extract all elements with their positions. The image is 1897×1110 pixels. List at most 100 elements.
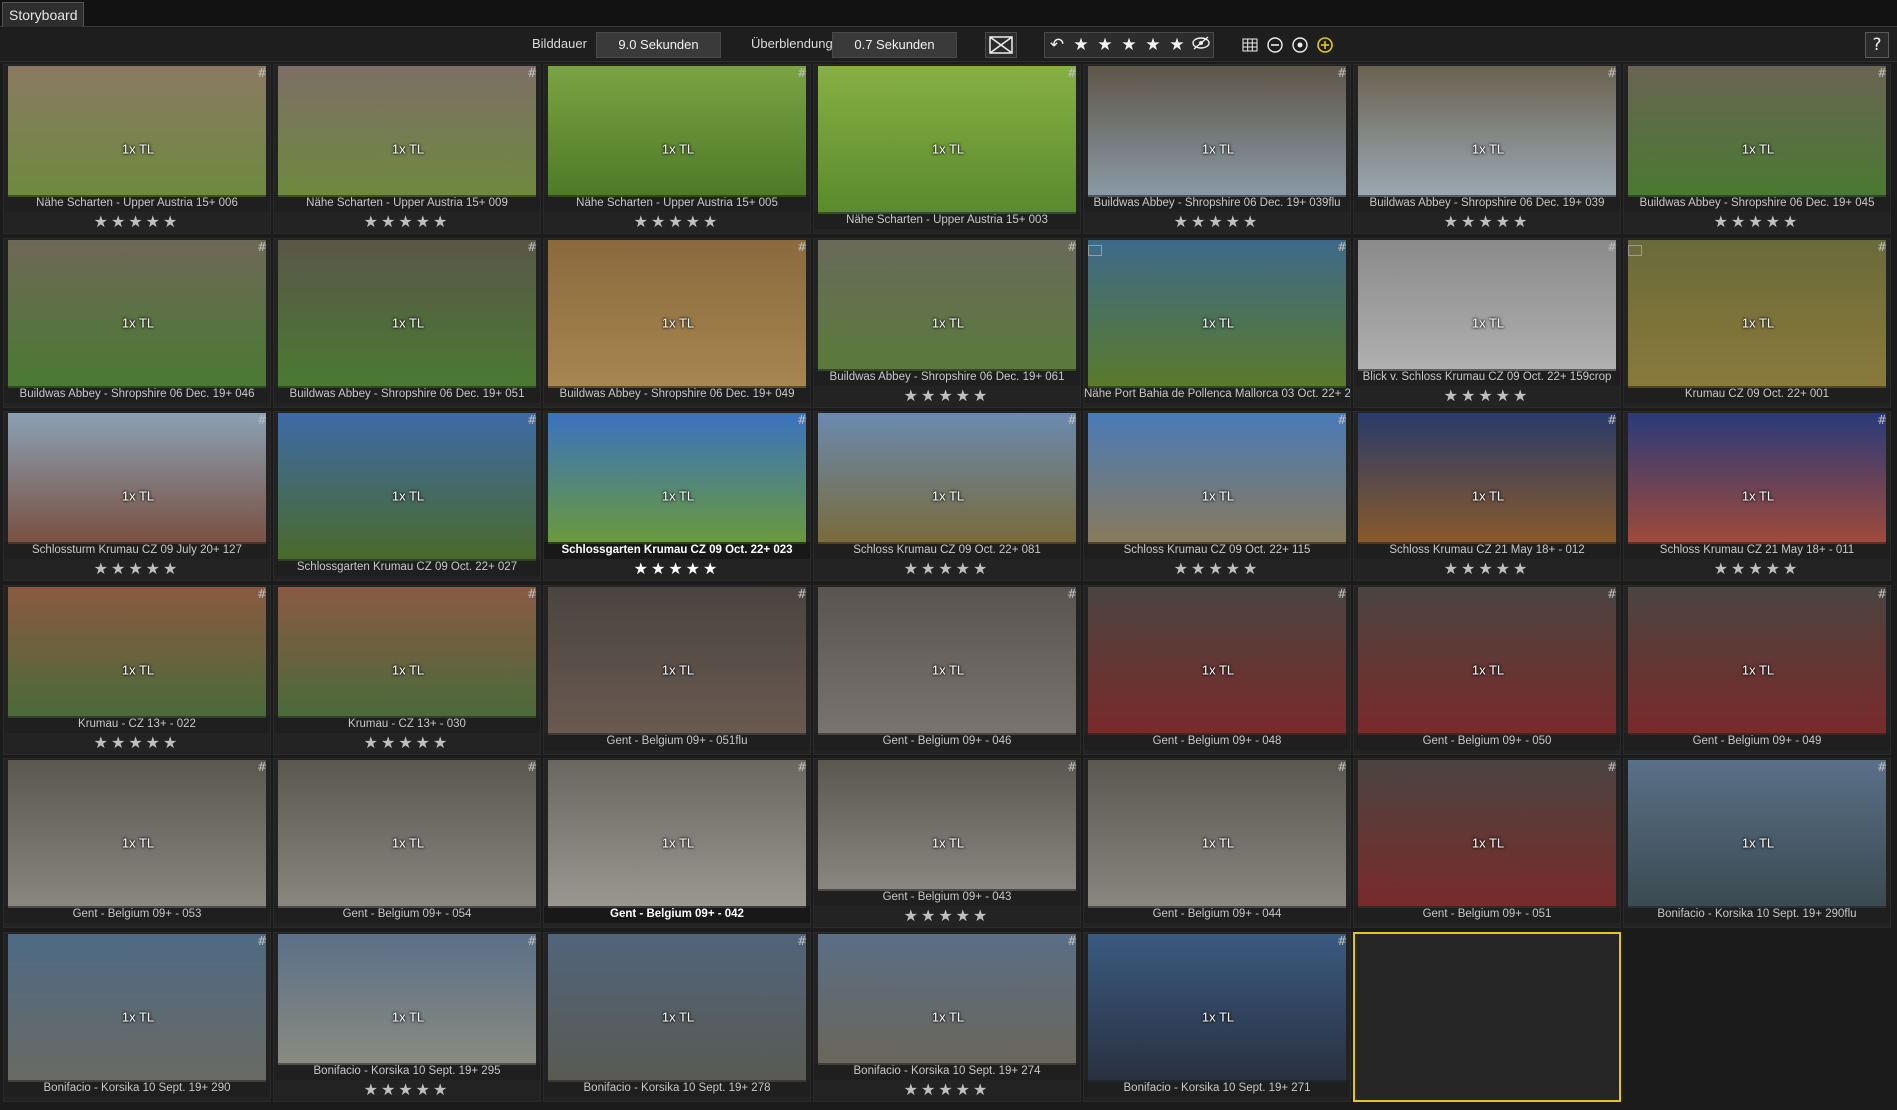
tile-menu-icon[interactable]: # bbox=[257, 66, 267, 80]
storyboard-tile[interactable]: #1x TL Bonifacio - Korsika 10 Sept. 19+ 2… bbox=[813, 931, 1081, 1102]
tile-menu-icon[interactable]: # bbox=[1607, 66, 1617, 80]
storyboard-tile[interactable]: #1x TL Schlossturm Krumau CZ 09 July 20+ … bbox=[3, 411, 271, 581]
tile-menu-icon[interactable]: # bbox=[1067, 413, 1077, 427]
storyboard-tile[interactable]: #1x TL Gent - Belgium 09+ - 054 bbox=[273, 758, 541, 928]
storyboard-tile[interactable]: #1x TL Buildwas Abbey - Shropshire 06 Dec… bbox=[1083, 64, 1351, 234]
star-4-icon[interactable]: ★ bbox=[1141, 33, 1165, 57]
tile-menu-icon[interactable]: # bbox=[1337, 587, 1347, 601]
storyboard-tile[interactable]: #1x TL Buildwas Abbey - Shropshire 06 Dec… bbox=[543, 237, 811, 408]
storyboard-tile[interactable]: #1x TL Schloss Krumau CZ 09 Oct. 22+ 115 ★… bbox=[1083, 411, 1351, 581]
storyboard-tile[interactable]: #1x TL Nähe Scharten - Upper Austria 15+ … bbox=[273, 64, 541, 234]
tile-menu-icon[interactable]: # bbox=[1067, 760, 1077, 774]
storyboard-tile[interactable]: #1x TL Gent - Belgium 09+ - 053 bbox=[3, 758, 271, 928]
tile-menu-icon[interactable]: # bbox=[1877, 760, 1887, 774]
storyboard-tile[interactable]: #1x TL Schlossgarten Krumau CZ 09 Oct. 22… bbox=[543, 411, 811, 581]
tile-rating-stars[interactable]: ★★★★★ bbox=[814, 1080, 1080, 1099]
storyboard-tile[interactable]: #1x TL Gent - Belgium 09+ - 051 bbox=[1353, 758, 1621, 928]
tile-menu-icon[interactable]: # bbox=[1337, 934, 1347, 948]
tile-rating-stars[interactable]: ★★★★★ bbox=[274, 1080, 540, 1099]
tile-menu-icon[interactable]: # bbox=[1877, 587, 1887, 601]
storyboard-tile[interactable]: #1x TL Nähe Scharten - Upper Austria 15+ … bbox=[543, 64, 811, 234]
empty-slot-selected[interactable] bbox=[1353, 931, 1621, 1102]
tile-menu-icon[interactable]: # bbox=[797, 413, 807, 427]
tile-rating-stars[interactable]: ★★★★★ bbox=[814, 386, 1080, 405]
tile-menu-icon[interactable]: # bbox=[1337, 413, 1347, 427]
tile-rating-stars[interactable]: ★★★★★ bbox=[4, 560, 270, 578]
duration-field[interactable]: 9.0 Sekunden bbox=[596, 32, 721, 58]
tile-menu-icon[interactable]: # bbox=[527, 413, 537, 427]
tile-menu-icon[interactable]: # bbox=[1337, 760, 1347, 774]
tile-menu-icon[interactable]: # bbox=[1067, 66, 1077, 80]
tile-menu-icon[interactable]: # bbox=[797, 760, 807, 774]
tile-rating-stars[interactable]: ★★★★★ bbox=[1084, 560, 1350, 578]
storyboard-tile[interactable]: #1x TL Krumau - CZ 13+ - 022 ★★★★★ bbox=[3, 584, 271, 755]
tile-menu-icon[interactable]: # bbox=[1607, 587, 1617, 601]
help-button[interactable]: ? bbox=[1865, 32, 1889, 58]
storyboard-tile[interactable]: #1x TL Buildwas Abbey - Shropshire 06 Dec… bbox=[813, 237, 1081, 408]
tile-rating-stars[interactable]: ★★★★★ bbox=[1354, 560, 1620, 578]
storyboard-tile[interactable]: #1x TL Blick v. Schloss Krumau CZ 09 Oct.… bbox=[1353, 237, 1621, 408]
storyboard-tile[interactable]: #1x TL Gent - Belgium 09+ - 042 bbox=[543, 758, 811, 928]
storyboard-tile[interactable]: #1x TL Bonifacio - Korsika 10 Sept. 19+ 2… bbox=[1623, 758, 1891, 928]
tile-menu-icon[interactable]: # bbox=[1877, 240, 1887, 254]
tile-menu-icon[interactable]: # bbox=[797, 66, 807, 80]
tile-rating-stars[interactable]: ★★★★★ bbox=[4, 213, 270, 231]
tile-rating-stars[interactable]: ★★★★★ bbox=[4, 733, 270, 752]
storyboard-tile[interactable]: #1x TL Buildwas Abbey - Shropshire 06 Dec… bbox=[1623, 64, 1891, 234]
storyboard-tile[interactable]: #1x TL Bonifacio - Korsika 10 Sept. 19+ 2… bbox=[273, 931, 541, 1102]
zoom-reset-icon[interactable] bbox=[1289, 34, 1311, 56]
tile-menu-icon[interactable]: # bbox=[797, 934, 807, 948]
tile-menu-icon[interactable]: # bbox=[1067, 934, 1077, 948]
tile-rating-stars[interactable]: ★★★★★ bbox=[1084, 213, 1350, 231]
tile-menu-icon[interactable]: # bbox=[797, 240, 807, 254]
storyboard-tile[interactable]: #1x TL Nähe Scharten - Upper Austria 15+ … bbox=[813, 64, 1081, 234]
storyboard-tile[interactable]: #1x TL Bonifacio - Korsika 10 Sept. 19+ 2… bbox=[3, 931, 271, 1102]
storyboard-tile[interactable]: #1x TL Bonifacio - Korsika 10 Sept. 19+ 2… bbox=[1083, 931, 1351, 1102]
star-3-icon[interactable]: ★ bbox=[1117, 33, 1141, 57]
tile-rating-stars[interactable]: ★★★★★ bbox=[274, 733, 540, 752]
storyboard-tile[interactable]: #1x TL Buildwas Abbey - Shropshire 06 Dec… bbox=[1353, 64, 1621, 234]
storyboard-tile[interactable]: #1x TL Schloss Krumau CZ 21 May 18+ - 012… bbox=[1353, 411, 1621, 581]
crossfade-button[interactable] bbox=[985, 32, 1017, 58]
tile-rating-stars[interactable]: ★★★★★ bbox=[1624, 560, 1890, 578]
tile-rating-stars[interactable]: ★★★★★ bbox=[814, 907, 1080, 925]
storyboard-tile[interactable]: #1x TL Nähe Port Bahia de Pollenca Mallor… bbox=[1083, 237, 1351, 408]
storyboard-tile[interactable]: #1x TL Nähe Scharten - Upper Austria 15+ … bbox=[3, 64, 271, 234]
tile-menu-icon[interactable]: # bbox=[1877, 66, 1887, 80]
storyboard-tile[interactable]: #1x TL Gent - Belgium 09+ - 049 bbox=[1623, 584, 1891, 755]
tile-rating-stars[interactable]: ★★★★★ bbox=[1624, 213, 1890, 231]
storyboard-tile[interactable]: #1x TL Buildwas Abbey - Shropshire 06 Dec… bbox=[273, 237, 541, 408]
storyboard-tile[interactable]: #1x TL Gent - Belgium 09+ - 046 bbox=[813, 584, 1081, 755]
storyboard-tile[interactable]: #1x TL Gent - Belgium 09+ - 043 ★★★★★ bbox=[813, 758, 1081, 928]
storyboard-tile[interactable]: #1x TL Krumau CZ 09 Oct. 22+ 001 bbox=[1623, 237, 1891, 408]
tile-rating-stars[interactable]: ★★★★★ bbox=[544, 213, 810, 231]
storyboard-tile[interactable]: #1x TL Bonifacio - Korsika 10 Sept. 19+ 2… bbox=[543, 931, 811, 1102]
tile-menu-icon[interactable]: # bbox=[1067, 240, 1077, 254]
storyboard-tile[interactable]: #1x TL Schloss Krumau CZ 21 May 18+ - 011… bbox=[1623, 411, 1891, 581]
hide-icon[interactable] bbox=[1189, 33, 1213, 57]
tile-rating-stars[interactable]: ★★★★★ bbox=[1354, 386, 1620, 405]
storyboard-tile[interactable]: #1x TL Gent - Belgium 09+ - 050 bbox=[1353, 584, 1621, 755]
tab-storyboard[interactable]: Storyboard bbox=[2, 2, 85, 27]
tile-rating-stars[interactable]: ★★★★★ bbox=[1354, 213, 1620, 231]
transition-field[interactable]: 0.7 Sekunden bbox=[832, 32, 957, 58]
storyboard-tile[interactable]: #1x TL Buildwas Abbey - Shropshire 06 Dec… bbox=[3, 237, 271, 408]
zoom-out-icon[interactable] bbox=[1264, 34, 1286, 56]
undo-icon[interactable]: ↶ bbox=[1045, 33, 1069, 57]
tile-menu-icon[interactable]: # bbox=[1337, 66, 1347, 80]
tile-rating-stars[interactable]: ★★★★★ bbox=[274, 213, 540, 231]
tile-rating-stars[interactable]: ★★★★★ bbox=[544, 560, 810, 578]
storyboard-tile[interactable]: #1x TL Gent - Belgium 09+ - 048 bbox=[1083, 584, 1351, 755]
grid-icon[interactable] bbox=[1239, 34, 1261, 56]
tile-menu-icon[interactable]: # bbox=[1877, 413, 1887, 427]
star-2-icon[interactable]: ★ bbox=[1093, 33, 1117, 57]
tile-menu-icon[interactable]: # bbox=[257, 587, 267, 601]
tile-menu-icon[interactable]: # bbox=[257, 413, 267, 427]
star-1-icon[interactable]: ★ bbox=[1069, 33, 1093, 57]
storyboard-tile[interactable]: #1x TL Gent - Belgium 09+ - 044 bbox=[1083, 758, 1351, 928]
tile-menu-icon[interactable]: # bbox=[1607, 240, 1617, 254]
tile-menu-icon[interactable]: # bbox=[527, 66, 537, 80]
tile-menu-icon[interactable]: # bbox=[527, 760, 537, 774]
tile-menu-icon[interactable]: # bbox=[257, 760, 267, 774]
tile-menu-icon[interactable]: # bbox=[1607, 413, 1617, 427]
